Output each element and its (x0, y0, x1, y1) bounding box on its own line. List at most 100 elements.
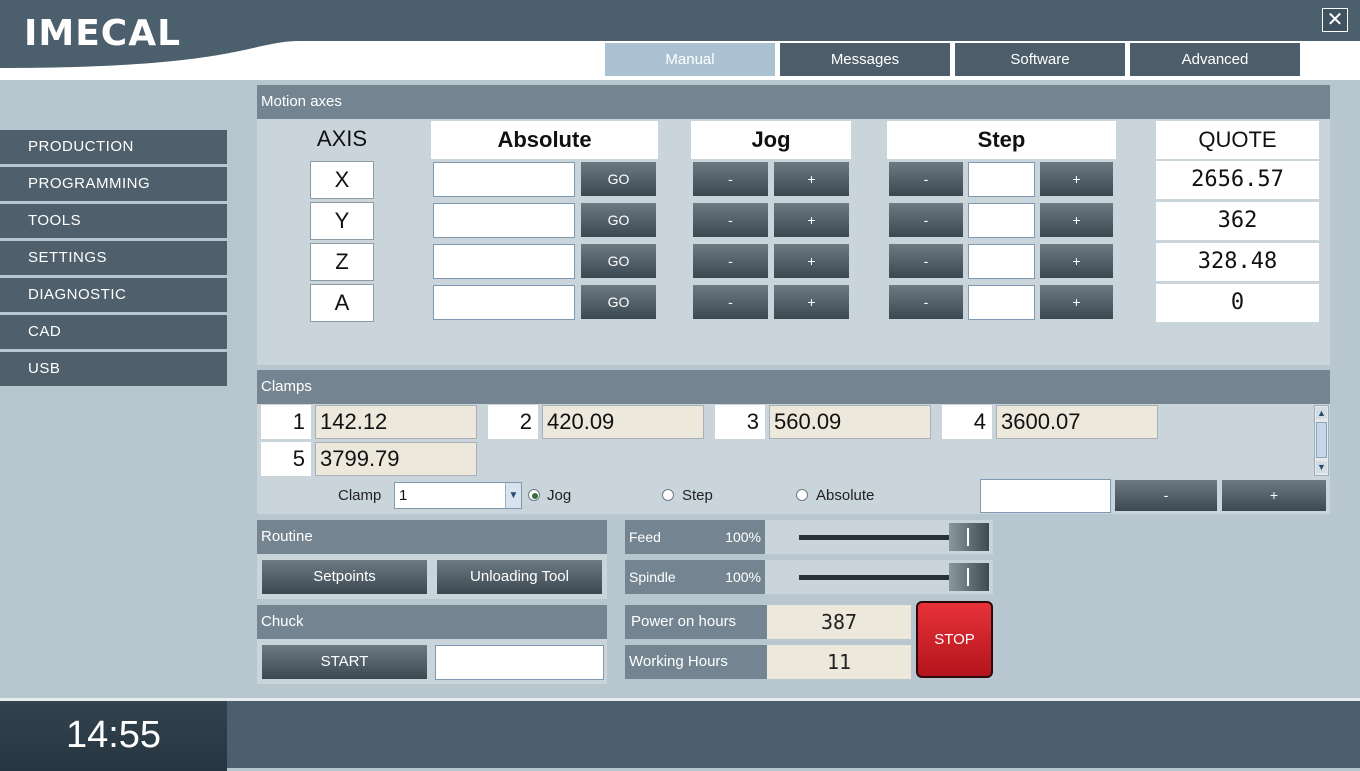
radio-jog-label: Jog (547, 487, 572, 504)
jog-minus-button[interactable]: - (693, 162, 768, 196)
step-input[interactable] (968, 285, 1035, 320)
tab-software[interactable]: Software (955, 43, 1125, 76)
go-button[interactable]: GO (581, 244, 656, 278)
start-button[interactable]: START (262, 645, 427, 679)
step-input[interactable] (968, 203, 1035, 238)
clamp-plus-button[interactable]: + (1222, 480, 1326, 511)
scroll-up-icon[interactable]: ▲ (1316, 407, 1327, 419)
chevron-down-icon[interactable]: ▼ (505, 483, 521, 508)
sidebar-item-production[interactable]: PRODUCTION (0, 130, 227, 164)
clamp-minus-button[interactable]: - (1115, 480, 1217, 511)
quote-value: 362 (1156, 202, 1319, 240)
clamps-title: Clamps (257, 370, 1330, 404)
step-plus-button[interactable]: + (1040, 162, 1113, 196)
clamp-number: 3 (715, 405, 765, 439)
jog-minus-button[interactable]: - (693, 244, 768, 278)
axis-header: AXIS (316, 126, 368, 151)
clamp-value: 3600.07 (996, 405, 1158, 439)
step-plus-button[interactable]: + (1040, 203, 1113, 237)
spindle-slider[interactable] (765, 560, 993, 594)
clamp-number: 2 (488, 405, 538, 439)
radio-absolute-label: Absolute (816, 487, 875, 504)
scroll-down-icon[interactable]: ▼ (1316, 461, 1327, 473)
jog-plus-button[interactable]: + (774, 244, 849, 278)
working-hours-value: 11 (767, 645, 911, 679)
feed-label-box: Feed 100% (625, 520, 765, 554)
axis-name: X (310, 161, 374, 199)
clamp-number: 4 (942, 405, 992, 439)
go-button[interactable]: GO (581, 203, 656, 237)
axis-name: Y (310, 202, 374, 240)
routine-title: Routine (257, 520, 607, 554)
spindle-slider-thumb[interactable] (949, 563, 989, 591)
quote-header: QUOTE (1156, 121, 1319, 159)
jog-minus-button[interactable]: - (693, 285, 768, 319)
power-hours-label: Power on hours (625, 605, 767, 639)
step-input[interactable] (968, 162, 1035, 197)
step-plus-button[interactable]: + (1040, 244, 1113, 278)
clamp-value: 560.09 (769, 405, 931, 439)
clamp-value-input[interactable] (980, 479, 1111, 513)
quote-value: 0 (1156, 284, 1319, 322)
stop-button[interactable]: STOP (916, 601, 993, 678)
step-minus-button[interactable]: - (889, 285, 963, 319)
step-minus-button[interactable]: - (889, 162, 963, 196)
jog-minus-button[interactable]: - (693, 203, 768, 237)
clamp-value: 3799.79 (315, 442, 477, 476)
step-minus-button[interactable]: - (889, 203, 963, 237)
clamp-number: 1 (261, 405, 311, 439)
radio-jog[interactable] (528, 489, 540, 501)
jog-plus-button[interactable]: + (774, 203, 849, 237)
go-button[interactable]: GO (581, 285, 656, 319)
setpoints-button[interactable]: Setpoints (262, 560, 427, 594)
absolute-input[interactable] (433, 203, 575, 238)
absolute-input[interactable] (433, 285, 575, 320)
sidebar-item-usb[interactable]: USB (0, 352, 227, 386)
motion-axes-title: Motion axes (257, 85, 1330, 119)
absolute-input[interactable] (433, 162, 575, 197)
clamp-select-value: 1 (399, 487, 408, 504)
feed-value: 100% (725, 529, 761, 545)
jog-plus-button[interactable]: + (774, 285, 849, 319)
working-hours-label: Working Hours (625, 645, 767, 679)
feed-slider-thumb[interactable] (949, 523, 989, 551)
clamp-select-label: Clamp (338, 487, 382, 504)
clamp-value: 142.12 (315, 405, 477, 439)
scroll-thumb[interactable] (1316, 422, 1327, 458)
step-header: Step (887, 121, 1116, 159)
absolute-header: Absolute (431, 121, 658, 159)
feed-slider-track (799, 535, 949, 540)
absolute-input[interactable] (433, 244, 575, 279)
imecal-logo: IMECAL (24, 13, 182, 54)
sidebar-item-settings[interactable]: SETTINGS (0, 241, 227, 275)
step-minus-button[interactable]: - (889, 244, 963, 278)
close-button[interactable]: ✕ (1322, 8, 1348, 32)
feed-slider[interactable] (765, 520, 993, 554)
tab-advanced[interactable]: Advanced (1130, 43, 1300, 76)
clamp-select[interactable]: 1 ▼ (394, 482, 522, 509)
jog-header: Jog (691, 121, 851, 159)
spindle-label-box: Spindle 100% (625, 560, 765, 594)
step-input[interactable] (968, 244, 1035, 279)
sidebar-item-tools[interactable]: TOOLS (0, 204, 227, 238)
sidebar-item-programming[interactable]: PROGRAMMING (0, 167, 227, 201)
spindle-slider-track (799, 575, 949, 580)
clamp-value: 420.09 (542, 405, 704, 439)
axis-name: A (310, 284, 374, 322)
axis-name: Z (310, 243, 374, 281)
quote-value: 2656.57 (1156, 161, 1319, 199)
clamps-scrollbar[interactable]: ▲ ▼ (1314, 405, 1329, 476)
footer-bar: 14:55 (0, 698, 1360, 771)
step-plus-button[interactable]: + (1040, 285, 1113, 319)
tab-manual[interactable]: Manual (605, 43, 775, 76)
radio-step[interactable] (662, 489, 674, 501)
jog-plus-button[interactable]: + (774, 162, 849, 196)
radio-absolute[interactable] (796, 489, 808, 501)
sidebar-item-diagnostic[interactable]: DIAGNOSTIC (0, 278, 227, 312)
chuck-input[interactable] (435, 645, 604, 680)
unloading-tool-button[interactable]: Unloading Tool (437, 560, 602, 594)
spindle-value: 100% (725, 569, 761, 585)
tab-messages[interactable]: Messages (780, 43, 950, 76)
sidebar-item-cad[interactable]: CAD (0, 315, 227, 349)
go-button[interactable]: GO (581, 162, 656, 196)
